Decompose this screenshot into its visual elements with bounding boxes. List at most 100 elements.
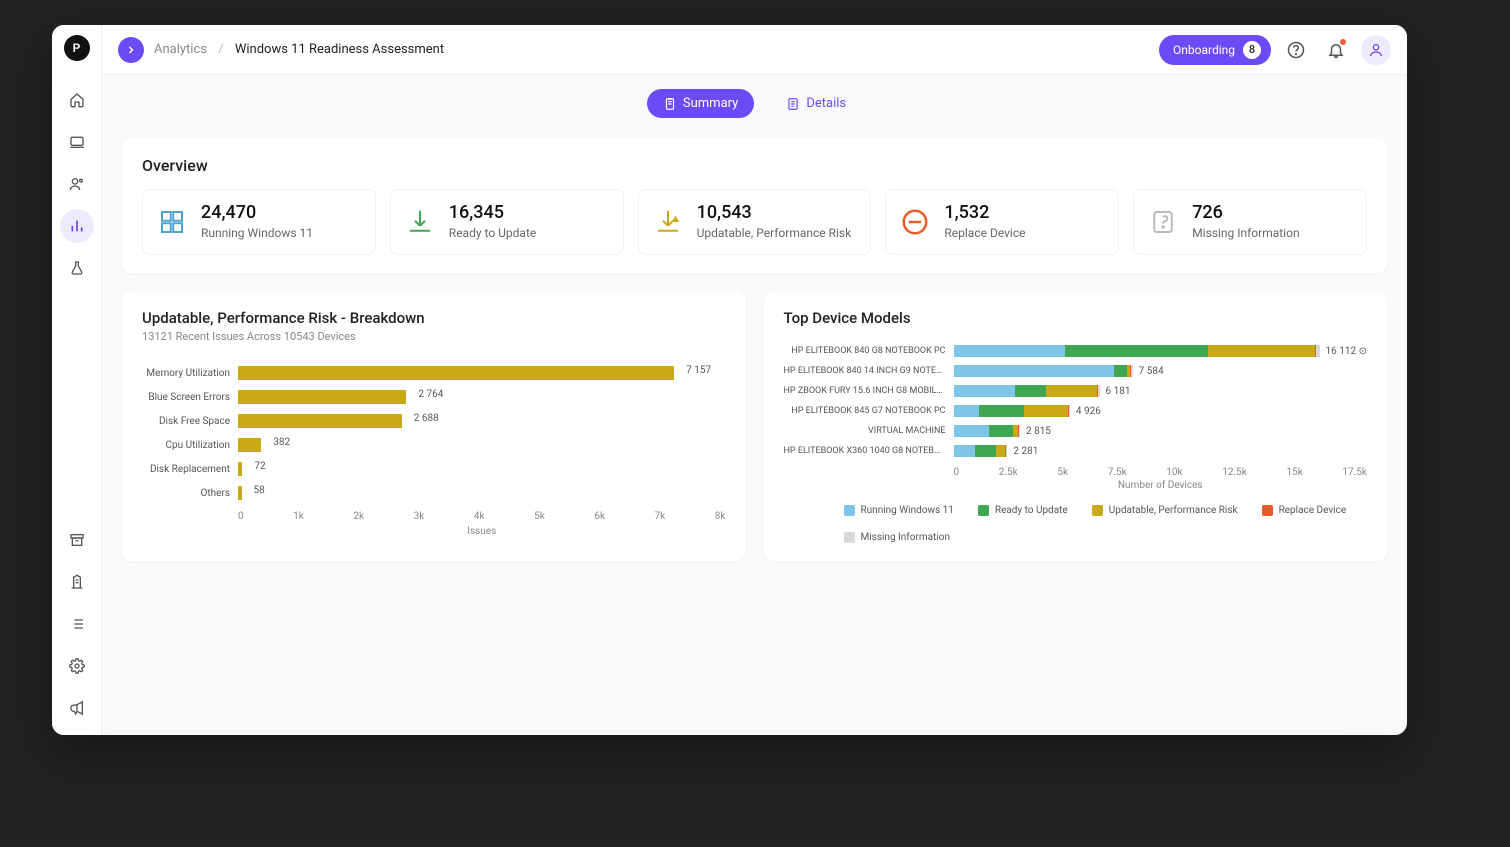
bar-label: Disk Free Space [142,416,238,427]
topbar: Analytics / Windows 11 Readiness Assessm… [102,25,1407,75]
stacked-segment[interactable] [954,345,1065,357]
stat-label: Ready to Update [449,226,536,240]
legend-item[interactable]: Running Windows 11 [844,505,954,516]
onboarding-label: Onboarding [1173,43,1235,57]
bar-fill[interactable] [238,438,261,452]
tab-details[interactable]: Details [770,89,862,118]
stacked-segment[interactable] [954,425,989,437]
nav-settings-icon[interactable] [60,649,94,683]
stacked-segment[interactable] [954,405,980,417]
bar-fill[interactable] [238,390,406,404]
bar-value: 58 [248,485,265,496]
axis-tick: 0 [954,467,960,478]
stacked-segment[interactable] [1015,385,1046,397]
axis-tick: 2k [353,511,364,522]
nav-home-icon[interactable] [60,83,94,117]
overview-stats: 24,470 Running Windows 11 16,345 Ready t… [142,189,1367,255]
legend-swatch [978,505,989,516]
stat-card[interactable]: 726 Missing Information [1133,189,1367,255]
nav-devices-icon[interactable] [60,125,94,159]
stat-value: 726 [1192,204,1299,222]
stacked-segment[interactable] [954,445,975,457]
axis-tick: 7k [655,511,666,522]
nav-archive-icon[interactable] [60,523,94,557]
bar-fill[interactable] [238,414,402,428]
breadcrumb-parent[interactable]: Analytics [154,42,207,57]
stacked-segment[interactable] [1131,365,1132,377]
user-avatar[interactable] [1361,35,1391,65]
stacked-bar-label: VIRTUAL MACHINE [784,426,954,436]
legend-swatch [844,532,855,543]
stacked-bar-row: HP ZBOOK FURY 15.6 INCH G8 MOBILE W… 6 1… [784,381,1368,401]
stacked-segment[interactable] [975,445,996,457]
stacked-segment[interactable] [1006,445,1007,457]
axis-tick: 0 [238,511,244,522]
stacked-bar-label: HP ZBOOK FURY 15.6 INCH G8 MOBILE W… [784,386,954,396]
bar-label: Others [142,488,238,499]
top-models-chart: HP ELITEBOOK 840 G8 NOTEBOOK PC 16 112 ⊙… [784,341,1368,461]
stat-value: 16,345 [449,204,536,222]
axis-tick: 3k [414,511,425,522]
stacked-segment[interactable] [989,425,1013,437]
legend-item[interactable]: Ready to Update [978,505,1068,516]
stacked-segment[interactable] [1069,405,1070,417]
breakdown-chart: Memory Utilization 7 157Blue Screen Erro… [142,361,726,505]
help-icon[interactable] [1281,35,1311,65]
breakdown-card: Updatable, Performance Risk - Breakdown … [122,291,746,561]
stacked-segment[interactable] [954,365,1115,377]
notifications-icon[interactable] [1321,35,1351,65]
legend-item[interactable]: Replace Device [1262,505,1347,516]
stacked-segment[interactable] [1046,385,1098,397]
nav-lab-icon[interactable] [60,251,94,285]
tabs: Summary Details [102,75,1407,128]
nav-analytics-icon[interactable] [60,209,94,243]
stacked-segment[interactable] [1065,345,1208,357]
bar-fill[interactable] [238,462,242,476]
bar-label: Cpu Utilization [142,440,238,451]
stat-card[interactable]: 10,543 Updatable, Performance Risk [638,189,872,255]
legend-swatch [1092,505,1103,516]
legend-label: Missing Information [861,532,950,543]
stacked-bar-label: HP ELITEBOOK 840 G8 NOTEBOOK PC [784,346,954,356]
axis-tick: 8k [715,511,726,522]
tab-summary[interactable]: Summary [647,89,754,118]
stat-card[interactable]: 24,470 Running Windows 11 [142,189,376,255]
bar-fill[interactable] [238,366,674,380]
legend-item[interactable]: Missing Information [844,532,950,543]
nav-announce-icon[interactable] [60,691,94,725]
stat-card[interactable]: 1,532 Replace Device [885,189,1119,255]
onboarding-button[interactable]: Onboarding 8 [1159,35,1271,65]
axis-tick: 1k [293,511,304,522]
bar-label: Blue Screen Errors [142,392,238,403]
nav-list-icon[interactable] [60,607,94,641]
onboarding-count-badge: 8 [1243,41,1261,59]
bar-label: Disk Replacement [142,464,238,475]
axis-tick: 2.5k [999,467,1018,478]
stacked-segment[interactable] [979,405,1024,417]
stacked-segment[interactable] [1019,425,1020,437]
back-button[interactable] [118,37,144,63]
top-models-card: Top Device Models HP ELITEBOOK 840 G8 NO… [764,291,1388,561]
stacked-segment[interactable] [1316,345,1319,357]
stat-icon [898,205,932,239]
bar-value: 72 [248,461,265,472]
stat-icon [155,205,189,239]
stat-label: Updatable, Performance Risk [697,226,852,240]
stacked-segment[interactable] [1114,365,1127,377]
breadcrumb-separator: / [218,42,223,57]
stat-value: 10,543 [697,204,852,222]
nav-users-icon[interactable] [60,167,94,201]
main: Analytics / Windows 11 Readiness Assessm… [102,25,1407,735]
nav-building-icon[interactable] [60,565,94,599]
stacked-segment[interactable] [1024,405,1067,417]
chart-bar-row: Cpu Utilization 382 [142,433,726,457]
stat-card[interactable]: 16,345 Ready to Update [390,189,624,255]
legend-label: Running Windows 11 [861,505,954,516]
bar-fill[interactable] [238,486,242,500]
stacked-segment[interactable] [1208,345,1315,357]
legend-item[interactable]: Updatable, Performance Risk [1092,505,1238,516]
stacked-segment[interactable] [1098,385,1099,397]
axis-tick: 4k [474,511,485,522]
stacked-segment[interactable] [996,445,1005,457]
stacked-segment[interactable] [954,385,1015,397]
